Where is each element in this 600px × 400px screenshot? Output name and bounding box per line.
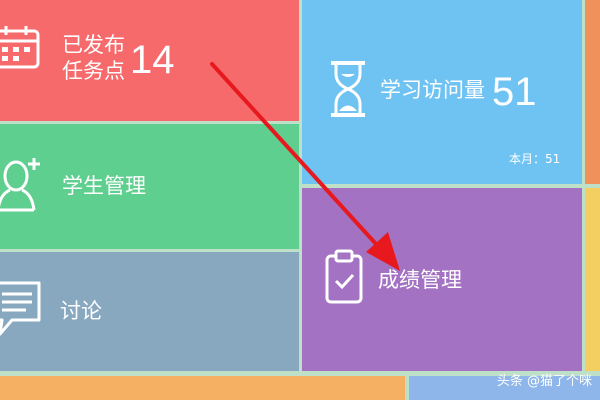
- student-management-tile[interactable]: 学生管理: [0, 124, 299, 249]
- visits-label: 学习访问量: [380, 78, 485, 102]
- discussion-tile[interactable]: 讨论: [0, 252, 299, 371]
- grades-management-label: 成绩管理: [378, 268, 462, 292]
- hourglass-icon: [328, 60, 368, 118]
- visits-monthly: 本月：51: [509, 152, 561, 166]
- learning-visits-tile[interactable]: 学习访问量 51 本月：51: [302, 0, 582, 184]
- discussion-label: 讨论: [60, 299, 102, 323]
- published-tasks-tile[interactable]: 已发布 任务点 14: [0, 0, 299, 121]
- grades-management-tile[interactable]: 成绩管理: [302, 188, 582, 371]
- published-label-line1: 已发布: [62, 33, 125, 57]
- add-user-icon: [0, 152, 46, 214]
- edge-tile-yellow[interactable]: [585, 188, 600, 371]
- published-label-line2: 任务点: [62, 59, 125, 83]
- clipboard-check-icon: [324, 248, 364, 306]
- published-count: 14: [130, 38, 175, 82]
- visits-count: 51: [492, 70, 537, 114]
- chat-icon: [0, 280, 44, 340]
- bottom-tile-orange[interactable]: [0, 376, 405, 400]
- watermark: 头条 @猫了个咪: [496, 374, 592, 389]
- calendar-icon: [0, 24, 42, 70]
- edge-tile-orange[interactable]: [585, 0, 600, 184]
- student-management-label: 学生管理: [62, 174, 146, 198]
